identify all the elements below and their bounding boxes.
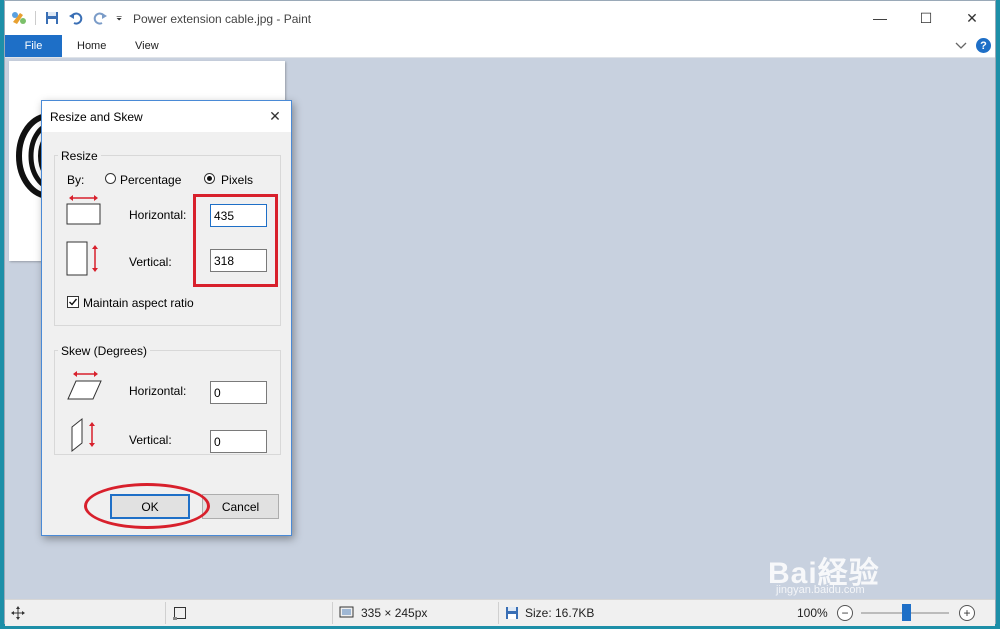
resize-horizontal-icon bbox=[66, 195, 101, 225]
annotation-highlight-box bbox=[193, 194, 278, 287]
maintain-aspect-checkbox[interactable] bbox=[67, 296, 79, 308]
dimensions-text: 335 × 245px bbox=[361, 606, 428, 620]
annotation-highlight-ellipse bbox=[84, 483, 210, 529]
resize-vertical-icon bbox=[66, 241, 98, 276]
dialog-title-bar: Resize and Skew ✕ bbox=[42, 101, 291, 132]
skew-horizontal-label: Horizontal: bbox=[129, 384, 187, 398]
close-button[interactable]: ✕ bbox=[949, 1, 995, 35]
resize-group-label: Resize bbox=[58, 149, 101, 163]
skew-group-label: Skew (Degrees) bbox=[58, 344, 151, 358]
file-size-text: Size: 16.7KB bbox=[525, 606, 595, 620]
quick-access-toolbar bbox=[11, 10, 126, 26]
resize-vertical-label: Vertical: bbox=[129, 255, 172, 269]
checkmark-icon bbox=[69, 298, 78, 306]
by-label: By: bbox=[67, 173, 85, 187]
status-bar: 335 × 245px Size: 16.7KB 100% − + bbox=[5, 599, 995, 626]
zoom-out-button[interactable]: − bbox=[837, 605, 853, 621]
skew-vertical-icon bbox=[71, 417, 95, 453]
image-dimensions: 335 × 245px bbox=[339, 600, 427, 626]
minimize-button[interactable]: — bbox=[857, 1, 903, 35]
title-bar: Power extension cable.jpg - Paint — ☐ ✕ bbox=[5, 1, 995, 35]
skew-horizontal-input[interactable]: 0 bbox=[210, 381, 267, 404]
redo-icon[interactable] bbox=[92, 10, 108, 26]
percentage-radio[interactable] bbox=[105, 173, 116, 184]
paint-app-icon[interactable] bbox=[11, 10, 27, 26]
customize-toolbar-icon[interactable] bbox=[116, 10, 126, 26]
pixels-label[interactable]: Pixels bbox=[221, 173, 253, 187]
selection-size bbox=[173, 600, 187, 626]
disk-icon bbox=[506, 607, 518, 619]
tab-home[interactable]: Home bbox=[77, 40, 106, 52]
zoom-slider-thumb[interactable] bbox=[902, 604, 912, 621]
image-size-icon bbox=[339, 606, 354, 618]
dialog-title: Resize and Skew bbox=[50, 110, 143, 124]
tab-file[interactable]: File bbox=[5, 35, 62, 57]
percentage-label[interactable]: Percentage bbox=[120, 173, 181, 187]
window-title: Power extension cable.jpg - Paint bbox=[133, 12, 312, 26]
baidu-watermark-url: jingyan.baidu.com bbox=[776, 584, 865, 596]
resize-skew-dialog: Resize and Skew ✕ Resize By: Percentage … bbox=[41, 100, 292, 536]
skew-vertical-input[interactable]: 0 bbox=[210, 430, 267, 453]
window-controls: — ☐ ✕ bbox=[857, 1, 995, 35]
pixels-radio[interactable] bbox=[204, 173, 215, 184]
cursor-position bbox=[11, 600, 25, 626]
dialog-close-button[interactable]: ✕ bbox=[265, 106, 285, 126]
zoom-in-button[interactable]: + bbox=[959, 605, 975, 621]
selection-icon bbox=[173, 607, 186, 620]
undo-icon[interactable] bbox=[68, 10, 84, 26]
skew-horizontal-icon bbox=[67, 371, 102, 400]
tab-view[interactable]: View bbox=[135, 40, 159, 52]
move-cursor-icon bbox=[11, 606, 25, 620]
skew-vertical-label: Vertical: bbox=[129, 433, 172, 447]
help-button[interactable]: ? bbox=[976, 38, 991, 53]
maintain-aspect-label[interactable]: Maintain aspect ratio bbox=[83, 296, 194, 310]
save-icon[interactable] bbox=[44, 10, 60, 26]
maximize-button[interactable]: ☐ bbox=[903, 1, 949, 35]
collapse-ribbon-icon[interactable] bbox=[953, 37, 969, 53]
ribbon-tabs: File Home View ? bbox=[5, 35, 995, 58]
cancel-button[interactable]: Cancel bbox=[202, 494, 279, 519]
resize-horizontal-label: Horizontal: bbox=[129, 208, 187, 222]
zoom-percent: 100% bbox=[797, 606, 828, 620]
file-size: Size: 16.7KB bbox=[505, 600, 594, 626]
